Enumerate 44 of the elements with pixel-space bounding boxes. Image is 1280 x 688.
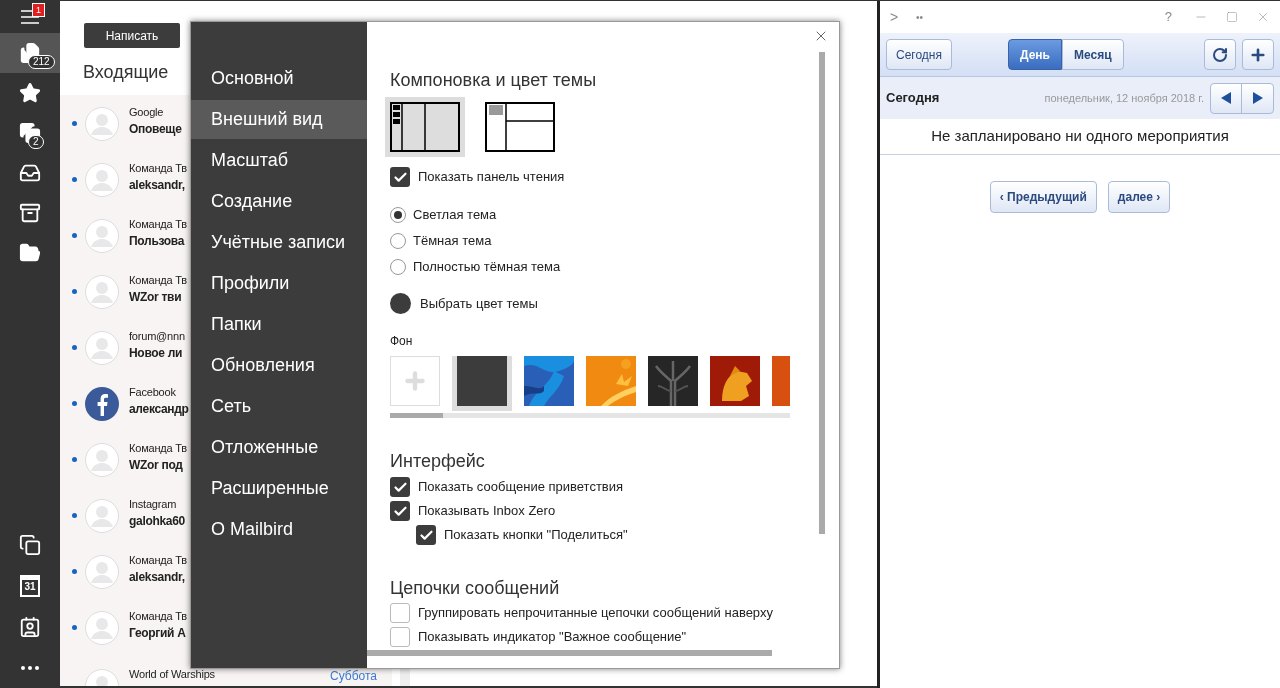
date-label: понедельник, 12 ноября 2018 г. [1044,90,1204,106]
sender-name: Команда Тв [129,161,188,176]
radio-label: Светлая тема [413,206,497,225]
sender-name: Команда Тв [129,273,188,288]
count-badge: 2 [28,135,44,149]
radio-label: Тёмная тема [413,232,492,251]
sender-name: Команда Тв [129,441,188,456]
background-label: Фон [390,333,414,350]
section-heading: Интерфейс [390,450,486,472]
radio-label: Полностью тёмная тема [413,258,561,277]
message-subject: galohka60 [129,513,186,530]
notification-badge: 1 [32,3,45,17]
folder-title: Входящие [83,61,169,84]
message-subject: александр [129,401,190,418]
message-subject: Георгий А [129,625,187,642]
count-badge: 212 [28,55,55,69]
message-subject: Пользова [129,233,186,250]
sender-name: forum@nnn [129,329,186,344]
message-subject: Оповеще [129,121,183,138]
section-heading: Цепочки сообщений [390,577,561,599]
checkbox-label: Группировать непрочитанные цепочки сообщений наверху [418,604,773,623]
sender-name: World of Warships [129,667,215,682]
message-subject: aleksandr, [129,177,186,194]
sender-name: Команда Тв [129,553,188,568]
section-heading: Компоновка и цвет темы [390,69,598,91]
message-subject: WZor под [129,457,184,474]
color-picker-label: Выбрать цвет темы [420,294,538,313]
day-title: Сегодня [886,89,940,108]
checkbox-label: Показывать индикатор "Важное сообщение" [418,628,687,647]
sender-name: Facebook [129,385,177,400]
calendar-icon: 31 [20,574,40,597]
sender-name: Instagram [129,497,178,512]
message-subject: aleksandr, [129,569,186,586]
empty-message: Не запланировано ни одного мероприятия [880,119,1280,155]
checkbox-label: Показать кнопки "Поделиться" [444,526,628,545]
message-date: Суббота [330,668,377,685]
checkbox-label: Показать панель чтения [418,168,565,187]
checkbox-label: Показать сообщение приветствия [418,478,624,497]
message-subject: Новое ли [129,345,184,362]
sender-name: Google [129,105,165,120]
sender-name: Команда Тв [129,217,188,232]
checkbox-label: Показывать Inbox Zero [418,502,556,521]
sender-name: Команда Тв [129,609,188,624]
message-subject: WZor тви [129,289,183,306]
